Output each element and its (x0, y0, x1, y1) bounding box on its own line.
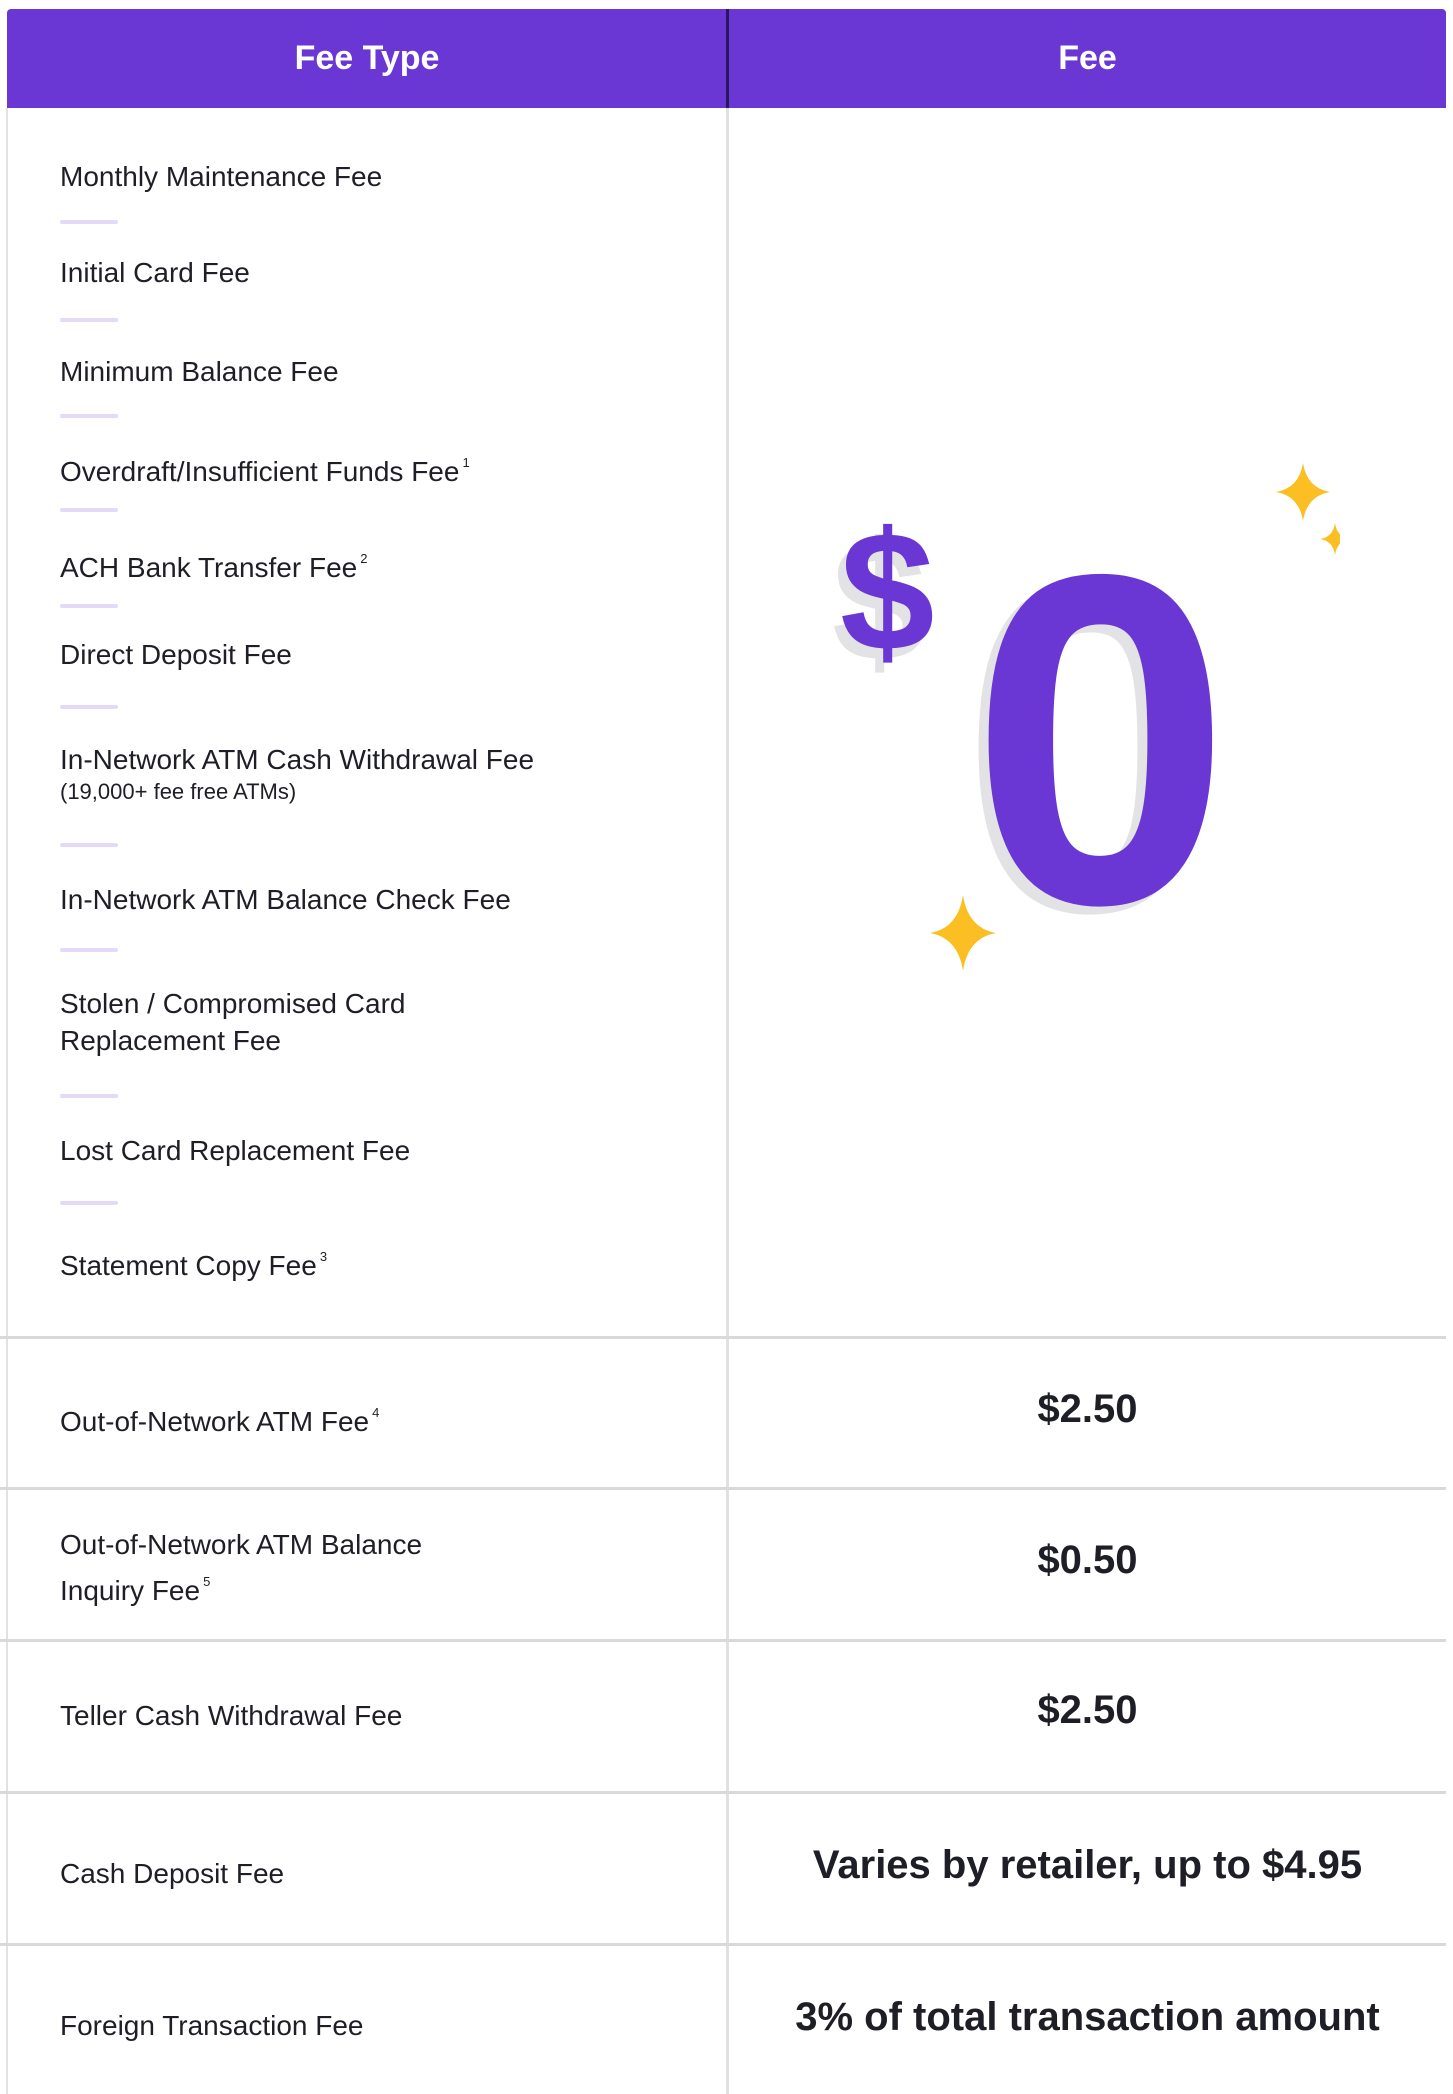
row-separator (0, 1336, 1446, 1339)
fee-label-in-network-withdrawal: In-Network ATM Cash Withdrawal Fee (19,00… (60, 744, 535, 804)
dollar-glyph: $ (840, 497, 935, 687)
fee-amount: Varies by retailer, up to $4.95 (812, 1843, 1363, 1887)
footnote-marker: 3 (319, 1249, 328, 1264)
item-divider (60, 843, 118, 847)
item-divider (60, 318, 118, 322)
fee-label-monthly-maintenance: Monthly Maintenance Fee (60, 161, 383, 192)
fee-label-direct-deposit: Direct Deposit Fee (60, 639, 292, 670)
zero-glyph: 0 (970, 477, 1231, 970)
fee-label-cash-deposit: Cash Deposit Fee (60, 1858, 285, 1889)
sparkle-icon (1276, 463, 1330, 521)
zero-dollar-graphic: 0 $ 0 $ (832, 463, 1340, 970)
fee-label-lost-card: Lost Card Replacement Fee (60, 1135, 411, 1166)
fee-label-foreign-transaction: Foreign Transaction Fee (60, 2010, 364, 2041)
header-fee: Fee (1058, 39, 1117, 77)
fee-sublabel: (19,000+ fee free ATMs) (60, 779, 297, 804)
fee-label-out-of-network-atm: Out-of-Network ATM Fee 4 (60, 1405, 380, 1437)
fee-amount: 3% of total transaction amount (795, 1995, 1380, 2039)
fee-amount: $2.50 (1037, 1688, 1138, 1732)
fee-label-out-of-network-balance: Out-of-Network ATM Balance Inquiry Fee 5 (60, 1529, 423, 1606)
fee-label-teller-withdrawal: Teller Cash Withdrawal Fee (60, 1700, 403, 1731)
row-separator (0, 1943, 1446, 1946)
row-separator (0, 1639, 1446, 1642)
fee-amount: $2.50 (1037, 1387, 1138, 1431)
item-divider (60, 604, 118, 608)
fee-label-stolen-card: Stolen / Compromised Card Replacement Fee (60, 988, 406, 1056)
item-divider (60, 1094, 118, 1098)
fee-label-overdraft: Overdraft/Insufficient Funds Fee 1 (60, 455, 470, 487)
row-separator (0, 1487, 1446, 1490)
fee-label-initial-card: Initial Card Fee (60, 257, 250, 288)
fee-label-statement-copy: Statement Copy Fee 3 (60, 1249, 328, 1281)
footnote-marker: 5 (203, 1574, 211, 1589)
row-separator (0, 1791, 1446, 1794)
fee-amount: $0.50 (1037, 1538, 1138, 1582)
fee-label-minimum-balance: Minimum Balance Fee (60, 356, 339, 387)
footnote-marker: 2 (360, 551, 368, 566)
item-divider (60, 220, 118, 224)
item-divider (60, 414, 118, 418)
fee-label-ach-transfer: ACH Bank Transfer Fee 2 (60, 551, 368, 583)
column-divider (726, 108, 729, 2094)
fee-label-in-network-balance: In-Network ATM Balance Check Fee (60, 884, 511, 915)
table-header: Fee Type Fee (7, 9, 1446, 108)
item-divider (60, 508, 118, 512)
item-divider (60, 705, 118, 709)
footnote-marker: 1 (462, 455, 470, 470)
item-divider (60, 948, 118, 952)
header-fee-type: Fee Type (294, 39, 440, 77)
footnote-marker: 4 (372, 1405, 380, 1420)
sparkle-icon (1320, 523, 1340, 555)
item-divider (60, 1201, 118, 1205)
table-left-border (6, 108, 8, 2094)
